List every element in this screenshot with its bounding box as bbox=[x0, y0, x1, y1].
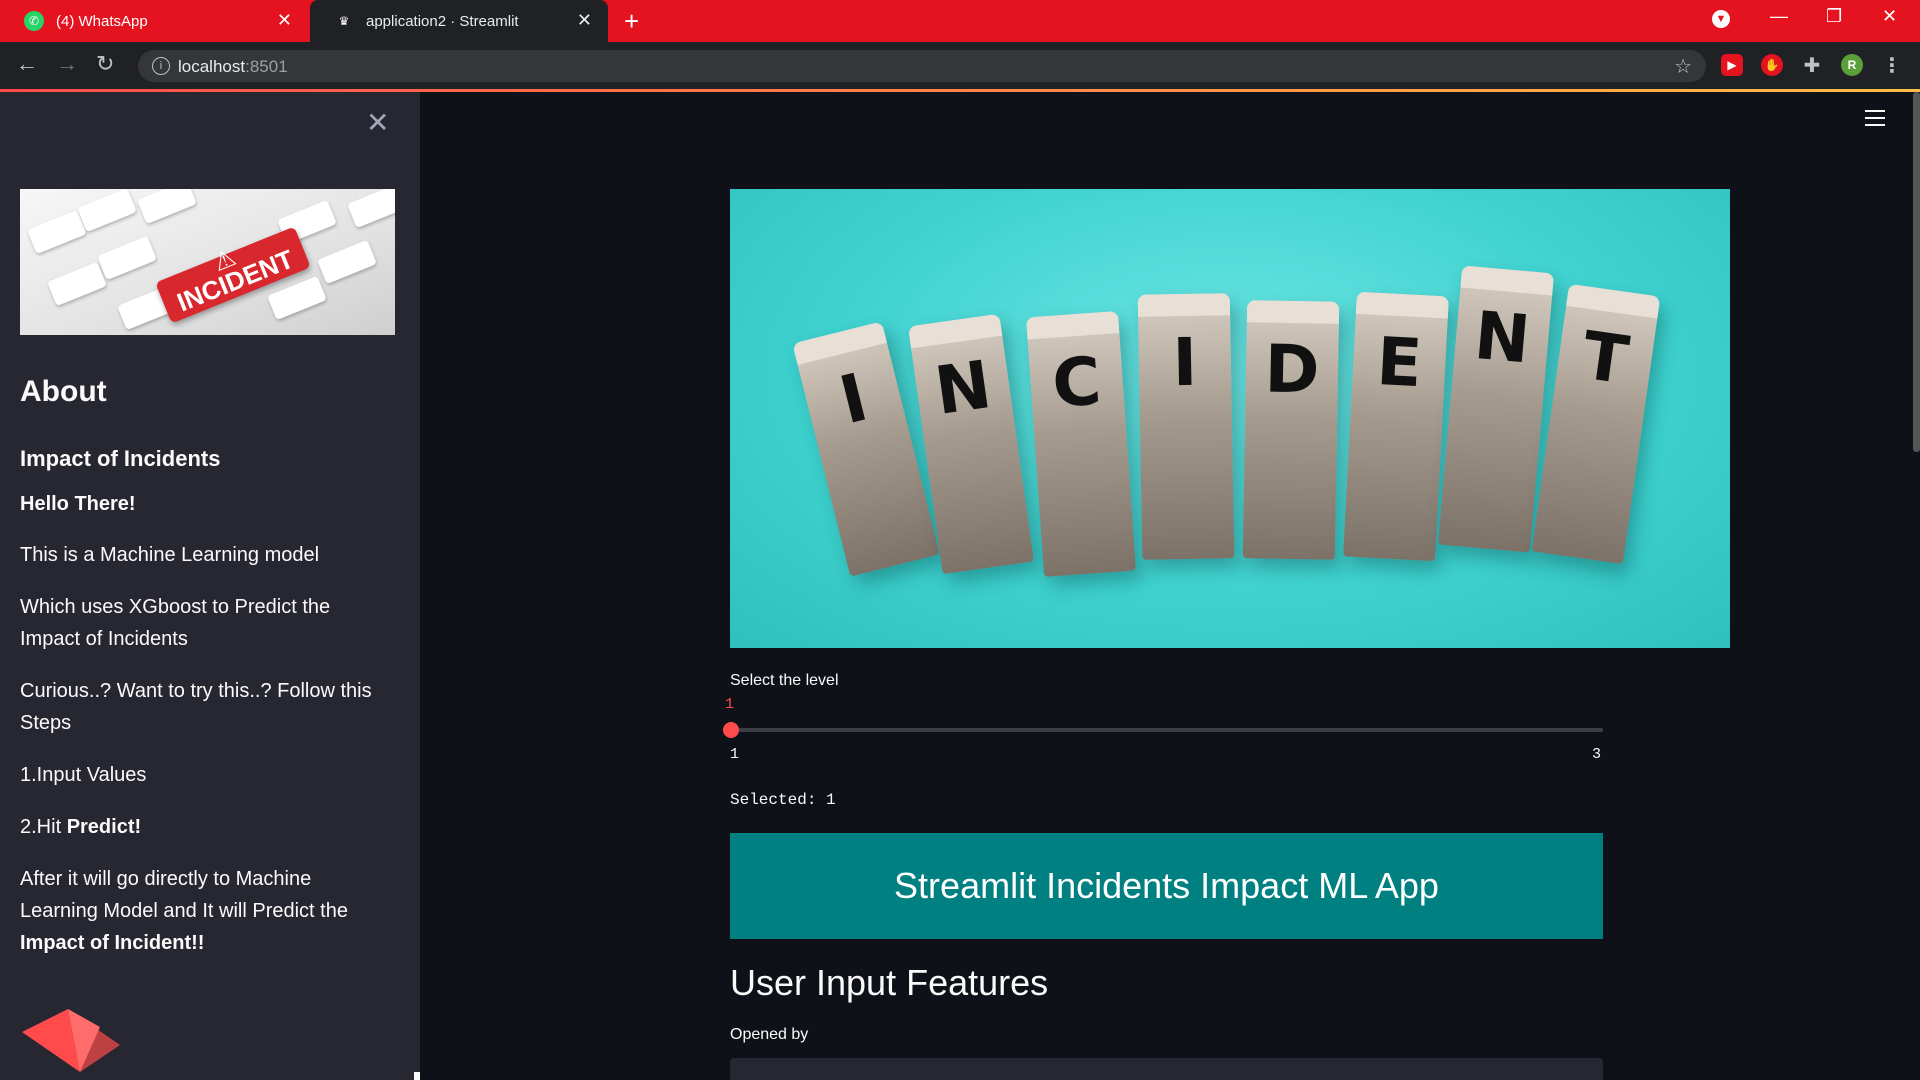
hamburger-menu-icon[interactable] bbox=[1865, 110, 1885, 131]
url-text[interactable]: localhost:8501 bbox=[178, 57, 288, 77]
explanation-bold: Impact of Incident!! bbox=[20, 932, 205, 954]
tab-label: (4) WhatsApp bbox=[56, 12, 148, 30]
level-slider-thumb[interactable] bbox=[723, 722, 739, 738]
whatsapp-icon: ✆ bbox=[24, 11, 44, 31]
tab-whatsapp[interactable]: ✆ (4) WhatsApp ✕ bbox=[0, 0, 308, 42]
about-heading: About bbox=[20, 375, 107, 408]
description-text: Which uses XGboost to Predict the Impact… bbox=[20, 596, 331, 650]
url-host: localhost bbox=[178, 57, 246, 76]
address-bar[interactable]: i localhost:8501 ☆ bbox=[138, 50, 1706, 82]
slider-value: 1 bbox=[725, 696, 735, 713]
section-heading: User Input Features bbox=[730, 962, 1049, 1003]
step-2-prefix: 2.Hit bbox=[20, 816, 67, 838]
opened-by-label: Opened by bbox=[730, 1026, 809, 1043]
new-tab-button[interactable]: + bbox=[624, 6, 639, 37]
browser-tab-bar: ✆ (4) WhatsApp ✕ ♛ application2 · Stream… bbox=[0, 0, 1920, 42]
curious-text: Curious..? Want to try this..? Follow th… bbox=[20, 680, 372, 734]
slider-min-label: 1 bbox=[730, 746, 740, 763]
explanation-text: After it will go directly to Machine Lea… bbox=[20, 863, 380, 959]
letter-block: D bbox=[1242, 300, 1340, 560]
tab-label: application2 · Streamlit bbox=[366, 12, 519, 30]
slider-label: Select the level bbox=[730, 672, 839, 689]
level-slider-track[interactable] bbox=[730, 728, 1603, 732]
hero-incident-image: I N C I D E N T bbox=[730, 189, 1730, 648]
avatar[interactable]: R bbox=[1841, 54, 1863, 76]
close-icon[interactable]: ✕ bbox=[277, 10, 292, 31]
close-icon[interactable]: ✕ bbox=[577, 10, 592, 31]
letter-block: I bbox=[1137, 293, 1235, 560]
step-2-bold: Predict! bbox=[66, 816, 142, 838]
letter-block: T bbox=[1531, 283, 1661, 565]
forward-arrow-icon[interactable]: → bbox=[56, 51, 78, 77]
close-icon[interactable]: ✕ bbox=[366, 106, 389, 139]
streamlit-logo bbox=[22, 1009, 120, 1072]
bookmark-star-icon[interactable]: ☆ bbox=[1674, 54, 1692, 79]
adblock-icon[interactable]: ✋ bbox=[1761, 54, 1783, 76]
close-window-button[interactable]: ✕ bbox=[1882, 6, 1897, 27]
explanation-body: After it will go directly to Machine Lea… bbox=[20, 868, 348, 922]
extension-icon[interactable]: ▶ bbox=[1721, 54, 1743, 76]
reload-icon[interactable]: ↻ bbox=[96, 51, 114, 77]
minimize-button[interactable]: — bbox=[1770, 6, 1788, 27]
opened-by-select[interactable] bbox=[730, 1058, 1603, 1080]
scrollbar[interactable] bbox=[1913, 92, 1920, 452]
sidebar-incident-image: ⚠ INCIDENT bbox=[20, 189, 395, 335]
sidebar: ✕ ⚠ INCIDENT About Impact of Incidents H… bbox=[0, 92, 422, 1080]
selected-text: Selected: 1 bbox=[730, 791, 836, 809]
step-1-text: 1.Input Values bbox=[20, 764, 147, 786]
browser-toolbar: ← → ↻ i localhost:8501 ☆ ▶ ✋ ✚ R ⋮ bbox=[0, 42, 1920, 89]
url-port: :8501 bbox=[245, 57, 288, 76]
main-content: I N C I D E N T Select the level 1 1 3 S… bbox=[420, 92, 1920, 1080]
intro-text: This is a Machine Learning model bbox=[20, 544, 320, 566]
slider-max-label: 3 bbox=[1592, 746, 1602, 763]
greeting-text: Hello There! bbox=[20, 493, 136, 515]
restore-button[interactable]: ❐ bbox=[1826, 6, 1842, 27]
tab-search-icon[interactable]: ▼ bbox=[1712, 10, 1730, 28]
letter-block: E bbox=[1343, 291, 1449, 562]
puzzle-icon[interactable]: ✚ bbox=[1801, 54, 1823, 77]
subtitle-heading: Impact of Incidents bbox=[20, 446, 221, 471]
site-info-icon[interactable]: i bbox=[152, 57, 170, 75]
streamlit-icon: ♛ bbox=[338, 14, 350, 28]
more-menu-icon[interactable]: ⋮ bbox=[1881, 54, 1903, 77]
tab-streamlit[interactable]: ♛ application2 · Streamlit ✕ bbox=[310, 0, 608, 42]
back-arrow-icon[interactable]: ← bbox=[16, 51, 38, 77]
step-2-text: 2.Hit Predict! bbox=[20, 811, 380, 843]
app-title-banner: Streamlit Incidents Impact ML App bbox=[730, 833, 1603, 939]
letter-block: C bbox=[1026, 311, 1136, 577]
